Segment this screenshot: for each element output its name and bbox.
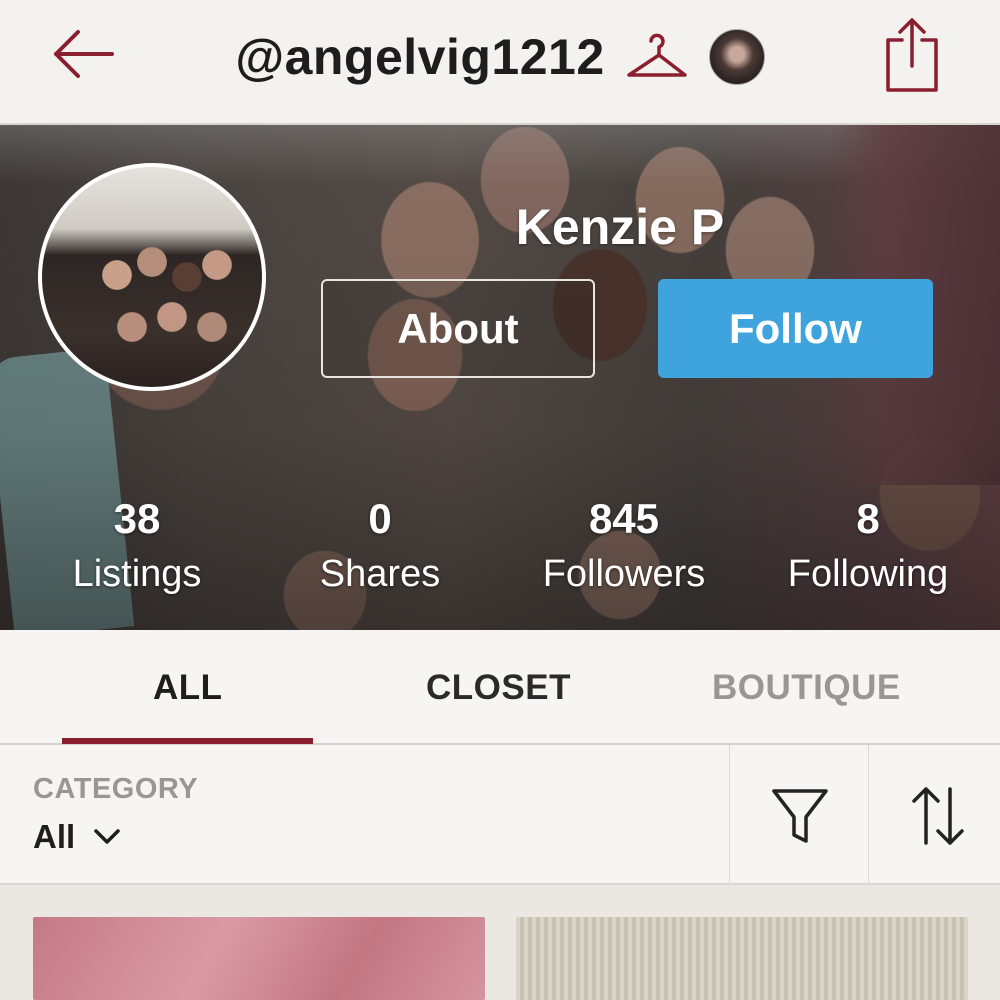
- about-button[interactable]: About: [321, 279, 595, 378]
- stat-label: Followers: [542, 553, 706, 595]
- stat-listings[interactable]: 38 Listings: [22, 495, 252, 597]
- stat-following[interactable]: 8 Following: [753, 495, 983, 597]
- tab-boutique[interactable]: BOUTIQUE: [712, 668, 901, 708]
- closet-tabs: ALL CLOSET BOUTIQUE: [0, 630, 1000, 745]
- stat-label: Shares: [319, 553, 441, 595]
- filter-icon[interactable]: [760, 777, 840, 857]
- stat-followers[interactable]: 845 Followers: [509, 495, 739, 597]
- title-group: @angelvig1212: [0, 22, 1000, 92]
- username-title: @angelvig1212: [235, 29, 605, 85]
- hanger-icon[interactable]: [625, 27, 689, 87]
- tab-all[interactable]: ALL: [153, 668, 223, 708]
- listing-grid: [0, 885, 1000, 1000]
- filter-bar: CATEGORY All: [0, 745, 1000, 885]
- sort-icon[interactable]: [898, 777, 978, 857]
- follow-button[interactable]: Follow: [658, 279, 933, 378]
- listing-thumbnail[interactable]: [33, 917, 485, 1000]
- share-icon[interactable]: [882, 16, 942, 94]
- top-bar: @angelvig1212: [0, 0, 1000, 125]
- filter-divider: [729, 745, 730, 885]
- stat-shares[interactable]: 0 Shares: [265, 495, 495, 597]
- closet-avatar[interactable]: [708, 29, 765, 85]
- category-value: All: [33, 818, 76, 855]
- stat-value: 38: [113, 495, 161, 542]
- chevron-down-icon: [94, 829, 120, 844]
- listing-thumbnail[interactable]: [516, 917, 968, 1000]
- stat-value: 845: [588, 495, 660, 542]
- profile-avatar[interactable]: [38, 163, 266, 391]
- stat-label: Following: [787, 553, 949, 595]
- profile-name: Kenzie P: [515, 199, 725, 255]
- tab-closet[interactable]: CLOSET: [426, 668, 571, 708]
- active-tab-indicator: [62, 738, 313, 744]
- sort-divider: [868, 745, 869, 885]
- stat-value: 0: [368, 495, 392, 542]
- category-label: CATEGORY: [33, 773, 199, 805]
- stat-value: 8: [856, 495, 880, 542]
- stat-label: Listings: [72, 553, 202, 595]
- category-dropdown[interactable]: All: [33, 818, 121, 856]
